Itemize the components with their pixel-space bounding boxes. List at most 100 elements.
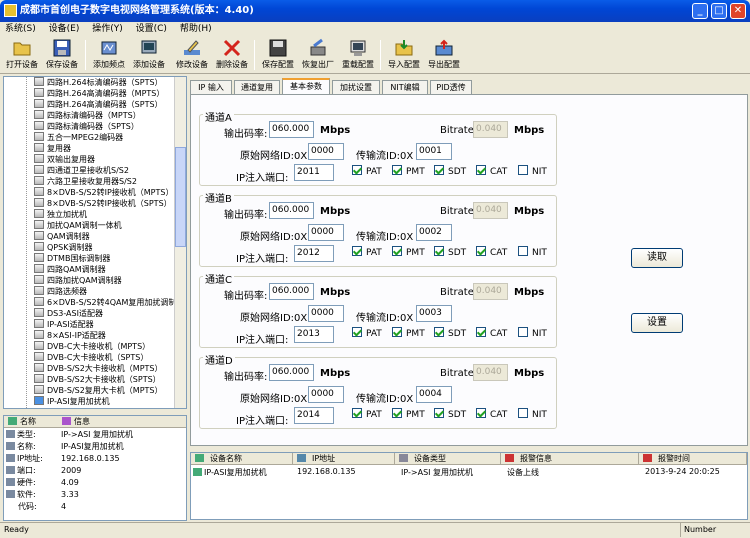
pat-checkbox[interactable]: PAT <box>352 327 382 339</box>
tree-item[interactable]: DVB-S/S2大卡接收机（SPTS） <box>34 374 161 385</box>
tab-basic-params[interactable]: 基本参数 <box>282 78 330 95</box>
sdt-checkbox[interactable]: SDT <box>434 327 466 339</box>
tree-item[interactable]: 四路H.264高清编码器（MPTS） <box>34 88 164 99</box>
tree-item[interactable]: 8×DVB-S/S2转IP接收机（SPTS） <box>34 198 172 209</box>
online-icon <box>193 468 202 476</box>
tree-item[interactable]: 四路加扰QAM调制器 <box>34 275 122 286</box>
tree-item[interactable]: 四路H.264标清编码器（SPTS） <box>34 77 163 88</box>
tree-item[interactable]: DVB-S/S2复用大卡机（MPTS） <box>34 385 163 396</box>
tab-ip-input[interactable]: IP 输入 <box>190 80 232 94</box>
tree-item[interactable]: 五合一MPEG2编码器 <box>34 132 123 143</box>
tab-channel-mux[interactable]: 通道复用 <box>234 80 280 94</box>
tree-item[interactable]: DVB-C大卡接收机（SPTS） <box>34 352 148 363</box>
reload-config-button[interactable]: 重载配置 <box>338 38 378 72</box>
nit-checkbox[interactable]: NIT <box>518 246 547 258</box>
tree-item[interactable]: QAM调制器 <box>34 231 90 242</box>
ip-port-input[interactable]: 2013 <box>294 326 334 343</box>
tree-item[interactable]: 四路标清编码器（SPTS） <box>34 121 139 132</box>
tree-item[interactable]: DVB-C大卡接收机（MPTS） <box>34 341 150 352</box>
ts-id-input[interactable]: 0004 <box>416 386 452 403</box>
save-device-button[interactable]: 保存设备 <box>42 38 82 72</box>
network-id-input[interactable]: 0000 <box>308 143 344 160</box>
maximize-button[interactable]: □ <box>711 3 727 19</box>
output-rate-input[interactable]: 060.000 <box>269 121 314 138</box>
tree-item[interactable]: 四路H.264高清编码器（SPTS） <box>34 99 163 110</box>
tree-item[interactable]: 加扰QAM调制一体机 <box>34 220 122 231</box>
sdt-checkbox[interactable]: SDT <box>434 246 466 258</box>
menu-settings[interactable]: 设置(C) <box>131 22 172 36</box>
col-device-type[interactable]: 设备类型 <box>395 453 501 465</box>
pmt-checkbox[interactable]: PMT <box>392 246 425 258</box>
close-button[interactable]: ✕ <box>730 3 746 19</box>
tab-pid-passthrough[interactable]: PID透传 <box>430 80 472 94</box>
pmt-checkbox[interactable]: PMT <box>392 165 425 177</box>
menu-system[interactable]: 系统(S) <box>0 22 41 36</box>
set-button[interactable]: 设置 <box>631 313 683 333</box>
cat-checkbox[interactable]: CAT <box>476 165 507 177</box>
tree-item[interactable]: DTMB国标调制器 <box>34 253 110 264</box>
tree-item[interactable]: 复用器 <box>34 143 71 154</box>
ts-id-input[interactable]: 0002 <box>416 224 452 241</box>
export-config-button[interactable]: 导出配置 <box>424 38 464 72</box>
output-rate-input[interactable]: 060.000 <box>269 202 314 219</box>
device-icon <box>34 319 44 328</box>
col-device-name[interactable]: 设备名称 <box>191 453 293 465</box>
tree-item[interactable]: 独立加扰机 <box>34 209 87 220</box>
tree-item-selected[interactable]: IP-ASI复用加扰机 <box>34 396 110 407</box>
tree-item[interactable]: 四路QAM调制器 <box>34 264 106 275</box>
cat-checkbox[interactable]: CAT <box>476 327 507 339</box>
menu-operate[interactable]: 操作(Y) <box>87 22 128 36</box>
tab-scramble-settings[interactable]: 加扰设置 <box>332 80 380 94</box>
network-id-input[interactable]: 0000 <box>308 224 344 241</box>
nit-checkbox[interactable]: NIT <box>518 165 547 177</box>
ts-id-input[interactable]: 0003 <box>416 305 452 322</box>
network-id-input[interactable]: 0000 <box>308 386 344 403</box>
col-alarm-info[interactable]: 报警信息 <box>501 453 639 465</box>
channel-d-group: 通道D 输出码率: 060.000 Mbps Bitrate 0.040 Mbp… <box>199 352 557 429</box>
tree-scrollbar[interactable] <box>174 77 186 408</box>
menu-help[interactable]: 帮助(H) <box>175 22 217 36</box>
pmt-checkbox[interactable]: PMT <box>392 327 425 339</box>
pat-checkbox[interactable]: PAT <box>352 408 382 420</box>
tree-item[interactable]: 8×ASI-IP适配器 <box>34 330 106 341</box>
menu-device[interactable]: 设备(E) <box>44 22 85 36</box>
nit-checkbox[interactable]: NIT <box>518 327 547 339</box>
cat-checkbox[interactable]: CAT <box>476 246 507 258</box>
tree-item[interactable]: DS3-ASI适配器 <box>34 308 103 319</box>
output-rate-input[interactable]: 060.000 <box>269 364 314 381</box>
pat-checkbox[interactable]: PAT <box>352 165 382 177</box>
add-device-button[interactable]: 添加设备 <box>129 38 169 72</box>
minimize-button[interactable]: _ <box>692 3 708 19</box>
tree-item[interactable]: DVB-S/S2大卡接收机（MPTS） <box>34 363 163 374</box>
tree-item[interactable]: 四路选频器 <box>34 286 87 297</box>
tree-item[interactable]: 四路标清编码器（MPTS） <box>34 110 141 121</box>
tree-item[interactable]: QPSK调制器 <box>34 242 92 253</box>
tree-item[interactable]: 6×DVB-S/S2转4QAM复用加扰调制器 <box>34 297 184 308</box>
tree-item[interactable]: 双输出复用器 <box>34 154 95 165</box>
scroll-thumb[interactable] <box>175 147 186 247</box>
sdt-checkbox[interactable]: SDT <box>434 165 466 177</box>
device-tree[interactable]: 四路H.264标清编码器（SPTS） 四路H.264高清编码器（MPTS） 四路… <box>3 76 187 409</box>
col-ip-address[interactable]: IP地址 <box>293 453 395 465</box>
tree-item[interactable]: 六路卫星接收复用器S/S2 <box>34 176 137 187</box>
tree-item[interactable]: IP-ASI适配器 <box>34 319 94 330</box>
delete-device-button[interactable]: 删除设备 <box>212 38 252 72</box>
sdt-checkbox[interactable]: SDT <box>434 408 466 420</box>
tab-nit-edit[interactable]: NIT编辑 <box>382 80 428 94</box>
nit-checkbox[interactable]: NIT <box>518 408 547 420</box>
pat-checkbox[interactable]: PAT <box>352 246 382 258</box>
network-id-input[interactable]: 0000 <box>308 305 344 322</box>
output-rate-input[interactable]: 060.000 <box>269 283 314 300</box>
pmt-checkbox[interactable]: PMT <box>392 408 425 420</box>
ip-port-input[interactable]: 2014 <box>294 407 334 424</box>
cat-checkbox[interactable]: CAT <box>476 408 507 420</box>
col-alarm-time[interactable]: 报警时间 <box>639 453 747 465</box>
ip-port-input[interactable]: 2012 <box>294 245 334 262</box>
tree-item[interactable]: 四通道卫星接收机S/S2 <box>34 165 129 176</box>
device-icon <box>34 99 44 108</box>
reload-icon <box>350 40 366 56</box>
read-button[interactable]: 读取 <box>631 248 683 268</box>
ip-port-input[interactable]: 2011 <box>294 164 334 181</box>
ts-id-input[interactable]: 0001 <box>416 143 452 160</box>
tree-item[interactable]: 8×DVB-S/S2转IP接收机（MPTS） <box>34 187 173 198</box>
